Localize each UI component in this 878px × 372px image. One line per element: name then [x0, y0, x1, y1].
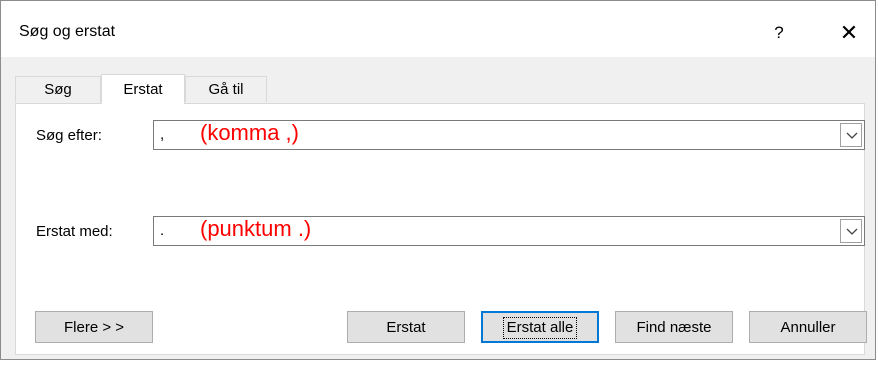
replace-all-label: Erstat alle — [502, 317, 578, 339]
replace-annotation: (punktum .) — [200, 216, 312, 241]
find-next-button[interactable]: Find næste — [615, 311, 733, 343]
chevron-down-icon — [846, 132, 858, 139]
tab-strip: Søg Erstat Gå til — [15, 74, 267, 104]
help-button[interactable]: ? — [759, 15, 799, 51]
chevron-down-icon — [846, 228, 858, 235]
replace-dropdown-button[interactable] — [840, 219, 862, 243]
find-replace-dialog: Søg og erstat ? ✕ Søg Erstat Gå til Søg … — [0, 0, 876, 360]
find-value: , — [160, 126, 165, 143]
replace-all-button[interactable]: Erstat alle — [481, 311, 599, 343]
dialog-title: Søg og erstat — [19, 23, 116, 40]
dialog-body: Søg Erstat Gå til Søg efter: , (komma ,)… — [1, 57, 875, 359]
find-annotation: (komma ,) — [200, 120, 299, 145]
replace-input[interactable]: . (punktum .) — [153, 216, 865, 246]
more-button[interactable]: Flere > > — [35, 311, 153, 343]
find-label: Søg efter: — [36, 127, 102, 144]
tab-ga-til[interactable]: Gå til — [185, 76, 267, 102]
replace-label: Erstat med: — [36, 223, 113, 240]
cancel-button[interactable]: Annuller — [749, 311, 867, 343]
title-bar: Søg og erstat ? ✕ — [1, 1, 875, 57]
find-input[interactable]: , (komma ,) — [153, 120, 865, 150]
replace-button[interactable]: Erstat — [347, 311, 465, 343]
tab-sog[interactable]: Søg — [15, 76, 101, 102]
close-icon[interactable]: ✕ — [829, 15, 869, 51]
find-dropdown-button[interactable] — [840, 123, 862, 147]
replace-value: . — [160, 222, 165, 239]
tab-erstat[interactable]: Erstat — [101, 74, 185, 104]
